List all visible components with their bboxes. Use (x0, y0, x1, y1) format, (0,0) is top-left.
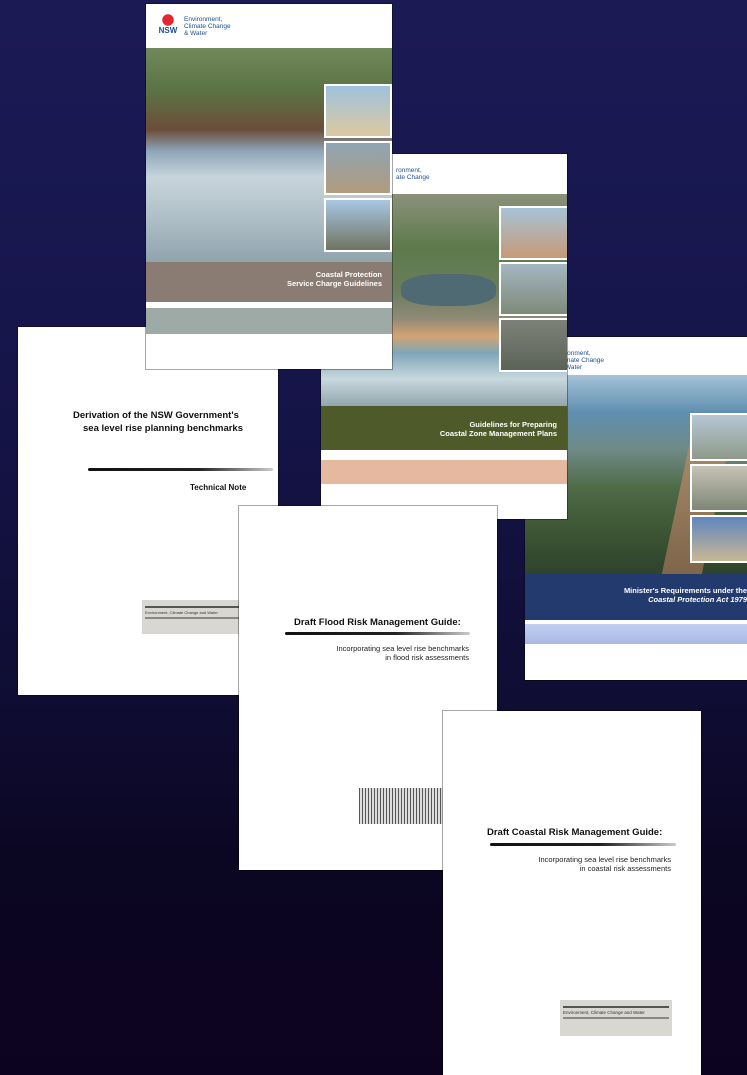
czmp-lake (401, 274, 496, 306)
derivation-logo-text: Environment, Climate Change and Water (145, 610, 218, 615)
minister-logo-line3: Water (565, 363, 583, 371)
derivation-rule (88, 468, 273, 471)
minister-inset-photo-1 (690, 413, 747, 461)
protection-inset-photo-2 (324, 141, 392, 195)
waratah-icon (160, 14, 176, 26)
nsw-logo: NSW (156, 14, 180, 38)
czmp-title-line1: Guidelines for Preparing (469, 420, 557, 429)
protection-logo-line3: & Water (184, 29, 208, 37)
minister-light-band (525, 624, 747, 644)
protection-grey-band (146, 308, 392, 334)
czmp-inset-photo-2 (499, 262, 567, 316)
flood-rule (285, 632, 470, 635)
czmp-logo-text: ronment, ate Change (396, 167, 430, 182)
derivation-subtitle: Technical Note (190, 483, 247, 492)
czmp-inset-photo-1 (499, 206, 567, 260)
czmp-title: Guidelines for Preparing Coastal Zone Ma… (440, 420, 557, 439)
coastal-risk-title: Draft Coastal Risk Management Guide: (487, 827, 663, 838)
flood-subtitle: Incorporating sea level rise benchmarks … (336, 644, 469, 662)
coastal-risk-subtitle-line1: Incorporating sea level rise benchmarks (538, 855, 671, 864)
czmp-title-line2: Coastal Zone Management Plans (439, 429, 557, 439)
czmp-peach-band (321, 460, 567, 484)
flood-department-logo (359, 788, 443, 824)
flood-title: Draft Flood Risk Management Guide: (294, 617, 461, 628)
protection-title-line2: Service Charge Guidelines (286, 279, 382, 289)
protection-inset-photo-1 (324, 84, 392, 138)
coastal-risk-logo-text: Environment, Climate Change and Water (563, 1010, 645, 1015)
nsw-logo-text: NSW (158, 26, 178, 35)
coastal-risk-subtitle: Incorporating sea level rise benchmarks … (538, 855, 671, 873)
protection-inset-photo-3 (324, 198, 392, 252)
coastal-risk-rule (490, 843, 676, 846)
czmp-inset-photo-3 (499, 318, 567, 372)
coastal-risk-department-logo: Environment, Climate Change and Water (560, 1000, 672, 1036)
derivation-title-line2: sea level rise planning benchmarks (83, 423, 243, 434)
minister-title-line2: Coastal Protection Act 1979 (648, 595, 747, 605)
minister-logo: ronment, mate Change Water (565, 350, 604, 371)
protection-logo-text: Environment, Climate Change & Water (184, 16, 231, 37)
minister-title: Minister's Requirements under the Coasta… (624, 586, 747, 605)
document-coastal-risk-guide[interactable]: Draft Coastal Risk Management Guide: Inc… (443, 711, 701, 1075)
czmp-logo-line2: ate Change (396, 173, 430, 181)
minister-title-line1: Minister's Requirements under the (623, 586, 747, 595)
document-coastal-protection[interactable]: NSW Environment, Climate Change & Water … (146, 4, 392, 369)
protection-title-line1: Coastal Protection (315, 270, 382, 279)
protection-title: Coastal Protection Service Charge Guidel… (287, 270, 382, 289)
flood-subtitle-line1: Incorporating sea level rise benchmarks (336, 644, 469, 653)
coastal-risk-subtitle-line2: in coastal risk assessments (579, 864, 671, 873)
minister-inset-photo-2 (690, 464, 747, 512)
flood-subtitle-line2: in flood risk assessments (385, 653, 469, 662)
derivation-department-logo: Environment, Climate Change and Water (142, 600, 242, 634)
derivation-title-line1: Derivation of the NSW Government's (73, 410, 239, 421)
minister-inset-photo-3 (690, 515, 747, 563)
